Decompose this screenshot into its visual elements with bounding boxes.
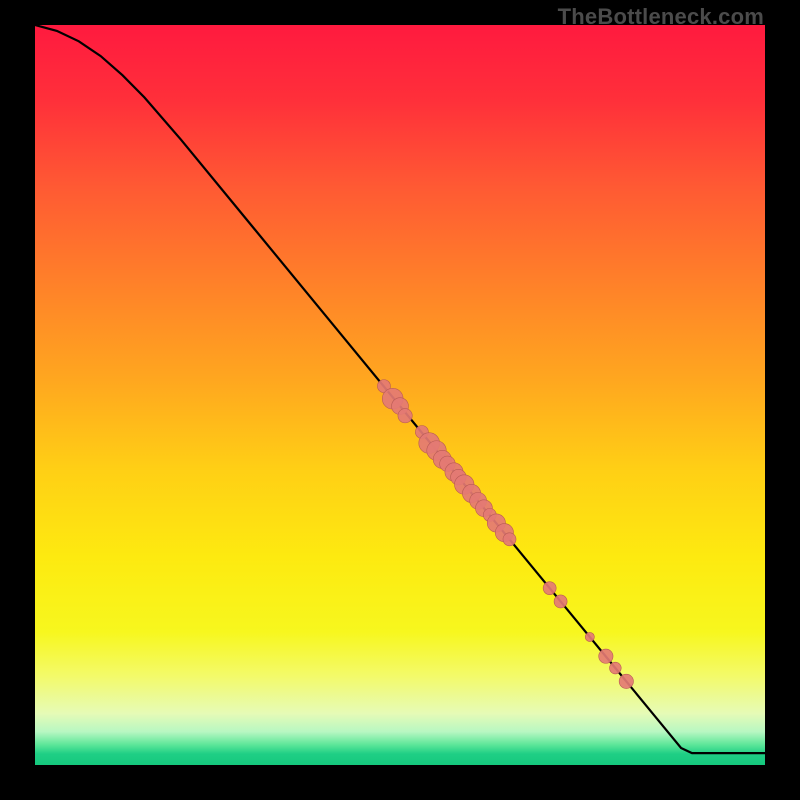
- data-point: [503, 533, 516, 546]
- chart-foreground: [35, 25, 765, 765]
- data-point: [610, 662, 622, 674]
- chart-plot-area: [35, 25, 765, 765]
- data-point: [554, 595, 567, 608]
- data-point: [599, 649, 613, 663]
- data-point: [543, 582, 556, 595]
- bottleneck-curve: [35, 25, 765, 753]
- data-point: [585, 632, 594, 641]
- data-point: [398, 409, 412, 423]
- data-point: [619, 674, 633, 688]
- chart-stage: TheBottleneck.com: [0, 0, 800, 800]
